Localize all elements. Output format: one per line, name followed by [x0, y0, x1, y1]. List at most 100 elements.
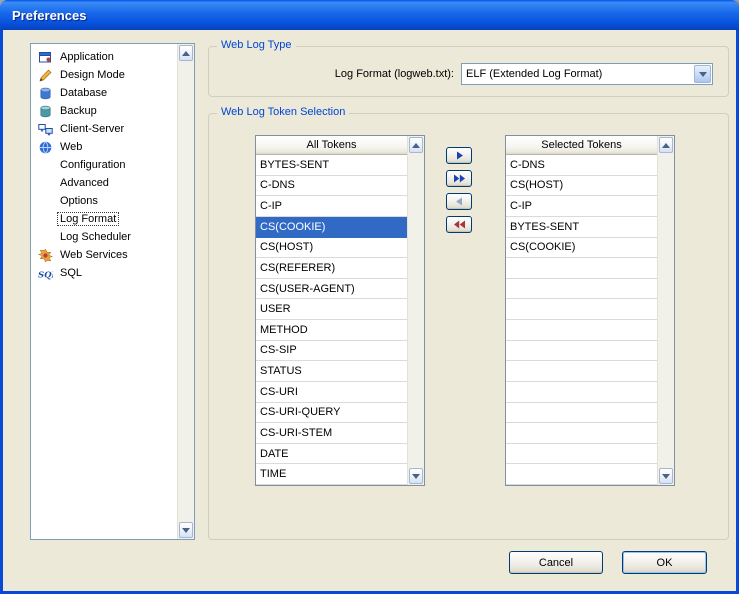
selected-tokens-item-empty-row[interactable] — [506, 299, 657, 320]
sidebar-item-backup[interactable]: Backup — [31, 102, 177, 120]
transfer-buttons — [446, 147, 473, 239]
selected-tokens-item-empty-row[interactable] — [506, 320, 657, 341]
all-tokens-item-method[interactable]: METHOD — [256, 320, 407, 341]
arrow-right-icon — [453, 151, 466, 160]
all-tokens-item-cs-referer[interactable]: CS(REFERER) — [256, 258, 407, 279]
all-tokens-item-c-dns[interactable]: C-DNS — [256, 176, 407, 197]
scroll-down-button[interactable] — [179, 522, 193, 538]
scroll-up-button[interactable] — [179, 45, 193, 61]
all-tokens-item-date[interactable]: DATE — [256, 444, 407, 465]
scroll-track[interactable] — [408, 154, 424, 467]
all-tokens-item-cs-uri-stem[interactable]: CS-URI-STEM — [256, 423, 407, 444]
svg-text:SQL: SQL — [38, 270, 53, 280]
sidebar-item-web-services[interactable]: Web Services — [31, 246, 177, 264]
move-left-button[interactable] — [446, 193, 472, 210]
all-tokens-item-cs-user-agent[interactable]: CS(USER-AGENT) — [256, 279, 407, 300]
move-right-button[interactable] — [446, 147, 472, 164]
selected-tokens-item-empty-row[interactable] — [506, 279, 657, 300]
sidebar-item-client-server[interactable]: Client-Server — [31, 120, 177, 138]
all-tokens-item-time[interactable]: TIME — [256, 464, 407, 485]
all-tokens-item-status[interactable]: STATUS — [256, 361, 407, 382]
web-log-type-group-title: Web Log Type — [217, 39, 296, 51]
sidebar-item-configuration[interactable]: Configuration — [31, 156, 177, 174]
titlebar[interactable]: Preferences — [0, 0, 739, 30]
selected-tokens-list: Selected Tokens C-DNSCS(HOST)C-IPBYTES-S… — [505, 135, 675, 486]
selected-tokens-item-empty-row[interactable] — [506, 403, 657, 424]
application-icon — [38, 50, 53, 65]
all-tokens-header[interactable]: All Tokens — [256, 136, 407, 155]
sidebar-item-log-scheduler[interactable]: Log Scheduler — [31, 228, 177, 246]
sidebar-item-label: Design Mode — [57, 68, 128, 82]
no-icon — [38, 230, 53, 245]
all-tokens-item-cs-uri-query[interactable]: CS-URI-QUERY — [256, 403, 407, 424]
move-all-right-button[interactable] — [446, 170, 472, 187]
sidebar-item-database[interactable]: Database — [31, 84, 177, 102]
client-server-icon — [38, 122, 53, 137]
selected-tokens-item-c-ip[interactable]: C-IP — [506, 196, 657, 217]
sidebar-item-label: Options — [57, 194, 101, 208]
double-arrow-right-icon — [453, 174, 466, 183]
sidebar-item-label: Backup — [57, 104, 100, 118]
chevron-down-icon[interactable] — [694, 65, 711, 83]
all-tokens-item-c-ip[interactable]: C-IP — [256, 196, 407, 217]
arrow-down-icon — [662, 474, 670, 479]
all-tokens-item-cs-cookie[interactable]: CS(COOKIE) — [256, 217, 407, 238]
log-format-label: Log Format (logweb.txt): — [335, 68, 454, 80]
scroll-track[interactable] — [178, 62, 194, 521]
sidebar-item-design-mode[interactable]: Design Mode — [31, 66, 177, 84]
backup-icon — [38, 104, 53, 119]
scroll-down-button[interactable] — [409, 468, 423, 484]
arrow-down-icon — [182, 528, 190, 533]
sidebar-item-options[interactable]: Options — [31, 192, 177, 210]
selected-tokens-item-bytes-sent[interactable]: BYTES-SENT — [506, 217, 657, 238]
web-icon — [38, 140, 53, 155]
scroll-track[interactable] — [658, 154, 674, 467]
scroll-up-button[interactable] — [659, 137, 673, 153]
selected-tokens-item-empty-row[interactable] — [506, 258, 657, 279]
preferences-window: Preferences Application Design Mode Databa… — [0, 0, 739, 594]
sidebar-item-label: Client-Server — [57, 122, 127, 136]
all-tokens-item-cs-uri[interactable]: CS-URI — [256, 382, 407, 403]
log-format-dropdown[interactable]: ELF (Extended Log Format) — [461, 63, 713, 85]
sidebar-scrollbar[interactable] — [177, 44, 194, 539]
all-tokens-item-user[interactable]: USER — [256, 299, 407, 320]
selected-tokens-item-cs-cookie[interactable]: CS(COOKIE) — [506, 238, 657, 259]
token-selection-group-title: Web Log Token Selection — [217, 106, 349, 118]
selected-tokens-item-empty-row[interactable] — [506, 423, 657, 444]
sidebar-tree: Application Design Mode Database Backup Clie… — [30, 43, 195, 540]
selected-tokens-item-c-dns[interactable]: C-DNS — [506, 155, 657, 176]
scroll-down-button[interactable] — [659, 468, 673, 484]
move-all-left-button[interactable] — [446, 216, 472, 233]
scroll-up-button[interactable] — [409, 137, 423, 153]
sidebar-item-log-format[interactable]: Log Format — [31, 210, 177, 228]
selected-tokens-item-cs-host[interactable]: CS(HOST) — [506, 176, 657, 197]
selected-tokens-item-empty-row[interactable] — [506, 341, 657, 362]
all-tokens-item-cs-host[interactable]: CS(HOST) — [256, 238, 407, 259]
sidebar-item-sql[interactable]: SQL SQL — [31, 264, 177, 282]
all-tokens-item-cs-sip[interactable]: CS-SIP — [256, 341, 407, 362]
sidebar-item-label: Log Format — [57, 212, 119, 226]
all-tokens-item-bytes-sent[interactable]: BYTES-SENT — [256, 155, 407, 176]
all-tokens-scrollbar[interactable] — [407, 136, 424, 485]
web-services-icon — [38, 248, 53, 263]
cancel-button[interactable]: Cancel — [509, 551, 603, 574]
no-icon — [38, 212, 53, 227]
sidebar-item-label: Database — [57, 86, 110, 100]
sidebar-item-advanced[interactable]: Advanced — [31, 174, 177, 192]
sidebar-item-label: Web — [57, 140, 85, 154]
all-tokens-list: All Tokens BYTES-SENTC-DNSC-IPCS(COOKIE)… — [255, 135, 425, 486]
sidebar-item-application[interactable]: Application — [31, 48, 177, 66]
sql-icon: SQL — [38, 266, 53, 281]
selected-tokens-item-empty-row[interactable] — [506, 444, 657, 465]
sidebar-item-web[interactable]: Web — [31, 138, 177, 156]
ok-button[interactable]: OK — [622, 551, 707, 574]
database-icon — [38, 86, 53, 101]
selected-tokens-item-empty-row[interactable] — [506, 361, 657, 382]
sidebar-item-label: SQL — [57, 266, 85, 280]
selected-tokens-scrollbar[interactable] — [657, 136, 674, 485]
sidebar-item-label: Configuration — [57, 158, 128, 172]
selected-tokens-header[interactable]: Selected Tokens — [506, 136, 657, 155]
arrow-down-icon — [412, 474, 420, 479]
selected-tokens-item-empty-row[interactable] — [506, 464, 657, 485]
selected-tokens-item-empty-row[interactable] — [506, 382, 657, 403]
